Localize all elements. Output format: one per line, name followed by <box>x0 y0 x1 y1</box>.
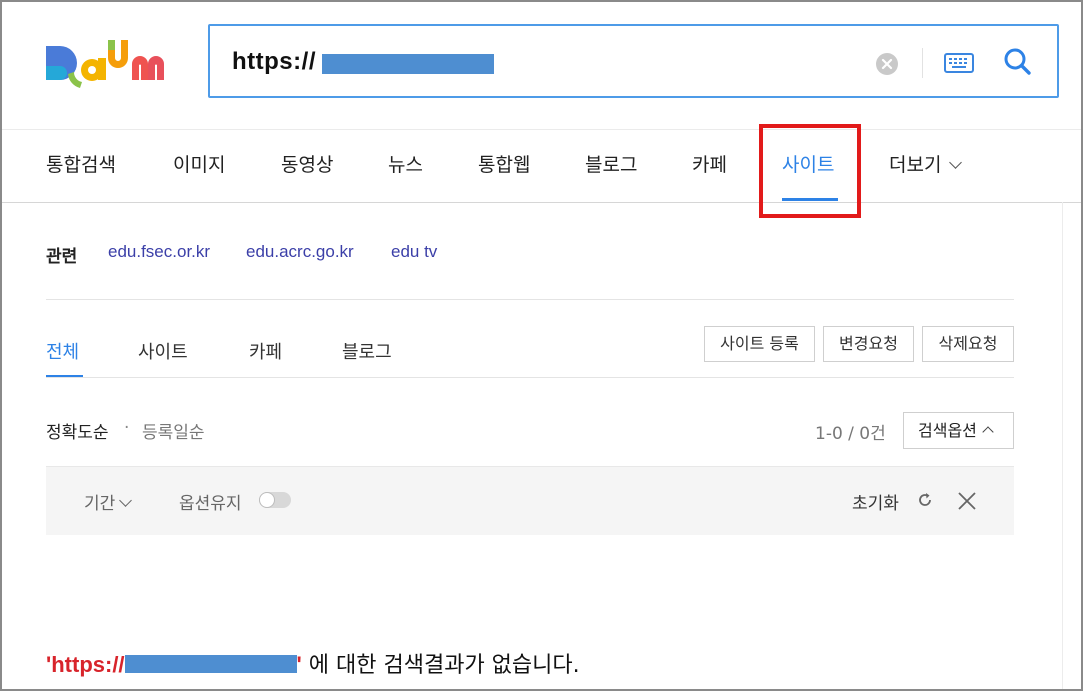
period-dropdown[interactable]: 기간 <box>84 489 133 514</box>
redaction-bar <box>322 54 494 74</box>
tab-blog[interactable]: 블로그 <box>585 150 637 177</box>
tab-integrated[interactable]: 통합검색 <box>46 150 116 177</box>
toggle-knob <box>259 492 275 508</box>
tab-more-label: 더보기 <box>889 154 942 176</box>
highlight-box <box>759 124 861 218</box>
keep-options-toggle[interactable] <box>259 492 291 508</box>
tab-images[interactable]: 이미지 <box>173 150 225 177</box>
sort-separator: · <box>124 418 130 438</box>
clear-circle-icon[interactable] <box>876 53 898 75</box>
subtab-site[interactable]: 사이트 <box>138 338 188 364</box>
register-site-button[interactable]: 사이트 등록 <box>704 326 815 362</box>
related-link[interactable]: edu.acrc.go.kr <box>246 242 354 262</box>
close-icon[interactable] <box>955 489 979 513</box>
subtab-all[interactable]: 전체 <box>46 338 79 364</box>
keep-options-label: 옵션유지 <box>179 494 242 514</box>
search-options-panel: 기간 옵션유지 초기화 <box>46 466 1014 535</box>
related-label: 관련 <box>46 247 78 267</box>
reset-button[interactable]: 초기화 <box>852 489 899 514</box>
refresh-icon[interactable] <box>915 490 935 510</box>
search-tabs: 통합검색 이미지 동영상 뉴스 통합웹 블로그 카페 사이트 더보기 <box>2 130 1081 202</box>
sort-accuracy[interactable]: 정확도순 <box>46 418 109 443</box>
tab-cafe[interactable]: 카페 <box>692 150 727 177</box>
divider <box>1062 202 1063 689</box>
related-link[interactable]: edu tv <box>391 242 437 262</box>
subtab-blog[interactable]: 블로그 <box>342 338 392 364</box>
divider <box>46 299 1014 300</box>
divider <box>46 377 1014 378</box>
result-count: 1-0 / 0건 <box>815 424 886 444</box>
chevron-down-icon <box>949 156 963 169</box>
search-options-label: 검색옵션 <box>918 421 977 440</box>
sort-registered[interactable]: 등록일순 <box>142 418 205 443</box>
change-request-button[interactable]: 변경요청 <box>823 326 914 362</box>
redaction-bar <box>124 655 297 673</box>
tab-web[interactable]: 통합웹 <box>478 150 530 177</box>
chevron-down-icon <box>119 494 133 507</box>
delete-request-button[interactable]: 삭제요청 <box>922 326 1014 362</box>
divider <box>922 48 923 78</box>
search-options-button[interactable]: 검색옵션 <box>903 412 1014 449</box>
daum-logo[interactable] <box>44 36 180 92</box>
related-link[interactable]: edu.fsec.or.kr <box>108 242 210 262</box>
subtab-cafe[interactable]: 카페 <box>249 338 282 364</box>
no-results-text: 에 대한 검색결과가 없습니다. <box>301 653 580 678</box>
period-label: 기간 <box>84 494 116 514</box>
search-icon[interactable] <box>1002 46 1034 78</box>
tab-news[interactable]: 뉴스 <box>388 150 423 177</box>
browser-frame: https:// 통합검색 이미지 동영상 뉴스 통합웹 블로그 카페 사이트 … <box>0 0 1083 691</box>
divider <box>2 202 1081 203</box>
search-box[interactable]: https:// <box>208 24 1059 98</box>
keyboard-icon[interactable] <box>944 52 974 74</box>
no-results-message: 'https://' 에 대한 검색결과가 없습니다. <box>46 647 580 679</box>
tab-videos[interactable]: 동영상 <box>281 150 333 177</box>
result-query: 'https:// <box>46 652 125 677</box>
tab-more[interactable]: 더보기 <box>889 150 963 177</box>
search-input[interactable]: https:// <box>232 48 316 76</box>
chevron-up-icon <box>982 426 994 438</box>
